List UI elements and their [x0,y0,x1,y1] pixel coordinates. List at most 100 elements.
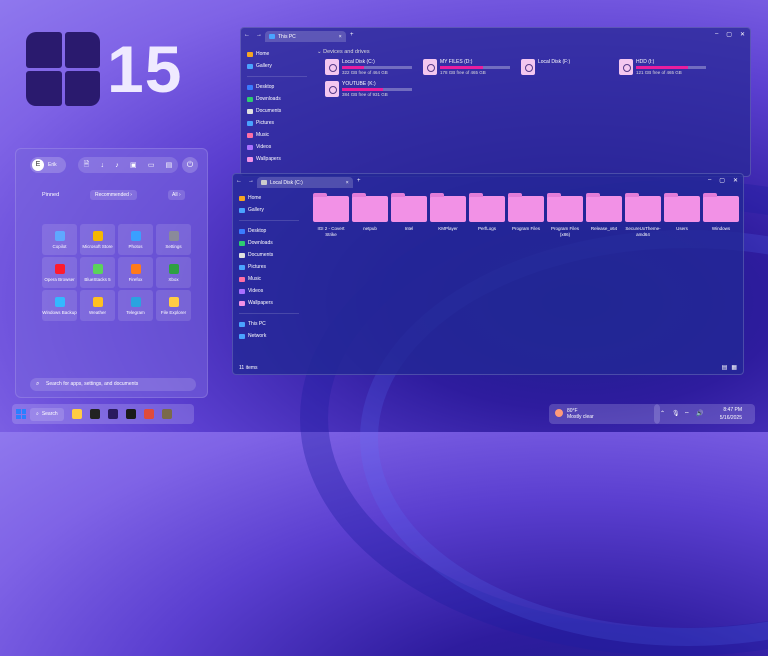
drive-item[interactable]: HDD (I:) 121 GB free of 465 GB [619,59,706,75]
app-tile-windows-backup[interactable]: Windows Backup [42,290,77,321]
sidebar-item-wallpapers[interactable]: Wallpapers [247,153,307,165]
app-tile-telegram[interactable]: Telegram [118,290,153,321]
tab-this-pc[interactable]: This PC × [265,31,346,42]
image-icon[interactable]: ▣ [130,161,137,169]
new-tab-icon[interactable]: + [346,32,358,38]
file-explorer-icon[interactable] [71,409,82,419]
tab-local-disk[interactable]: Local Disk (C:) × [257,177,353,188]
app-tile-copilot[interactable]: Copilot [42,224,77,255]
folder-item[interactable]: Windows [703,193,739,237]
sidebar-item-videos[interactable]: Videos [239,285,299,297]
close-icon[interactable]: ✕ [740,31,745,38]
sidebar-item-music[interactable]: Music [247,129,307,141]
folder-item[interactable]: Intel [391,193,427,237]
folder-item[interactable]: netpub [352,193,388,237]
clock-time[interactable]: 8:47 PM [714,407,742,413]
file-icon[interactable]: 🗎 [84,160,90,171]
app-icon [54,296,65,307]
details-view-icon[interactable]: ▤ [722,364,728,371]
new-tab-icon[interactable]: + [353,178,365,184]
back-icon[interactable]: ← [233,178,245,184]
sidebar-item-downloads[interactable]: Downloads [239,237,299,249]
folder-item[interactable]: IGI 2 - Covert Strike [313,193,349,237]
tiles-view-icon[interactable]: ▦ [731,364,737,371]
premiere-icon[interactable] [107,409,118,419]
sidebar-item-pictures[interactable]: Pictures [247,117,307,129]
sidebar-item-desktop[interactable]: Desktop [239,225,299,237]
app-tile-weather[interactable]: Weather [80,290,115,321]
recommended-button[interactable]: Recommended › [90,190,137,200]
app-tile-microsoft-store[interactable]: Microsoft Store [80,224,115,255]
chevron-up-icon[interactable]: ⌃ [660,410,665,417]
sidebar-item-this-pc[interactable]: This PC [239,318,299,330]
folder-icon[interactable]: ▤ [166,161,173,169]
chatgpt-icon[interactable] [125,409,136,419]
taskbar-search-button[interactable]: ⌕ Search [30,407,64,421]
folder-item[interactable]: Program Files [508,193,544,237]
app-icon [92,263,103,274]
sidebar-item-documents[interactable]: Documents [247,105,307,117]
sidebar-item-label: Gallery [248,207,264,213]
sidebar-item-desktop[interactable]: Desktop [247,81,307,93]
drive-item[interactable]: Local Disk (C:) 322 GB free of 464 GB [325,59,412,75]
sidebar-item-home[interactable]: Home [239,192,299,204]
sidebar-item-gallery[interactable]: Gallery [247,60,307,72]
maximize-icon[interactable]: ▢ [719,177,725,184]
user-profile-button[interactable]: E Erik [30,157,66,173]
sidebar-item-music[interactable]: Music [239,273,299,285]
folder-item[interactable]: Users [664,193,700,237]
start-button[interactable] [16,409,26,419]
drive-free-space: 322 GB free of 464 GB [342,70,388,75]
video-icon[interactable]: ▭ [148,161,155,169]
app-tile-xbox[interactable]: Xbox [156,257,191,288]
all-apps-button[interactable]: All › [168,190,185,200]
folder-name: Users [676,226,688,231]
chrome-icon[interactable] [143,409,154,419]
app-tile-firefox[interactable]: Firefox [118,257,153,288]
app-tile-photos[interactable]: Photos [118,224,153,255]
weather-widget[interactable]: 80°F Mostly clear [549,404,660,424]
clock-date[interactable]: 5/16/2025 [710,415,742,421]
forward-icon[interactable]: → [253,32,265,38]
app-tile-opera-browser[interactable]: Opera Browser [42,257,77,288]
drive-usage-bar [636,66,706,69]
folder-name: Intel [404,226,414,231]
drive-icon [423,59,437,75]
app-tile-settings[interactable]: Settings [156,224,191,255]
minimize-icon[interactable]: – [715,31,718,38]
drive-item[interactable]: YOUTUBE (K:) 384 GB free of 931 GB [325,81,412,97]
wifi-icon[interactable]: ⌔ [684,410,690,418]
start-search-input[interactable]: ⌕ Search for apps, settings, and documen… [30,378,196,391]
forward-icon[interactable]: → [245,178,257,184]
download-icon[interactable]: ↓ [100,162,104,169]
gimp-icon[interactable] [161,409,172,419]
minimize-icon[interactable]: – [708,177,711,184]
folder-item[interactable]: Program Files (x86) [547,193,583,237]
microphone-icon[interactable]: 🎙 [672,410,680,417]
power-icon[interactable]: ⏻ [182,157,198,173]
sidebar-item-pictures[interactable]: Pictures [239,261,299,273]
volume-icon[interactable]: 🔊 [696,410,703,417]
sidebar-item-wallpapers[interactable]: Wallpapers [239,297,299,309]
app-tile-bluestacks-5[interactable]: BlueStacks 5 [80,257,115,288]
close-icon[interactable]: ✕ [733,177,738,184]
close-tab-icon[interactable]: × [339,34,342,40]
sidebar-item-gallery[interactable]: Gallery [239,204,299,216]
back-icon[interactable]: ← [241,32,253,38]
capcut-icon[interactable] [89,409,100,419]
close-tab-icon[interactable]: × [346,180,349,186]
folder-item[interactable]: PerfLogs [469,193,505,237]
sidebar-item-home[interactable]: Home [247,48,307,60]
sidebar-item-documents[interactable]: Documents [239,249,299,261]
app-tile-file-explorer[interactable]: File Explorer [156,290,191,321]
sidebar-item-network[interactable]: Network [239,330,299,342]
folder-item[interactable]: KMPlayer [430,193,466,237]
folder-item[interactable]: SecureUxTheme-amd64 [625,193,661,237]
music-icon[interactable]: ♪ [115,162,119,169]
folder-item[interactable]: Release_x64 [586,193,622,237]
drive-item[interactable]: Local Disk (F:) [521,59,570,75]
sidebar-item-videos[interactable]: Videos [247,141,307,153]
sidebar-item-downloads[interactable]: Downloads [247,93,307,105]
drive-item[interactable]: MY FILES (D:) 178 GB free of 465 GB [423,59,510,75]
maximize-icon[interactable]: ▢ [726,31,732,38]
